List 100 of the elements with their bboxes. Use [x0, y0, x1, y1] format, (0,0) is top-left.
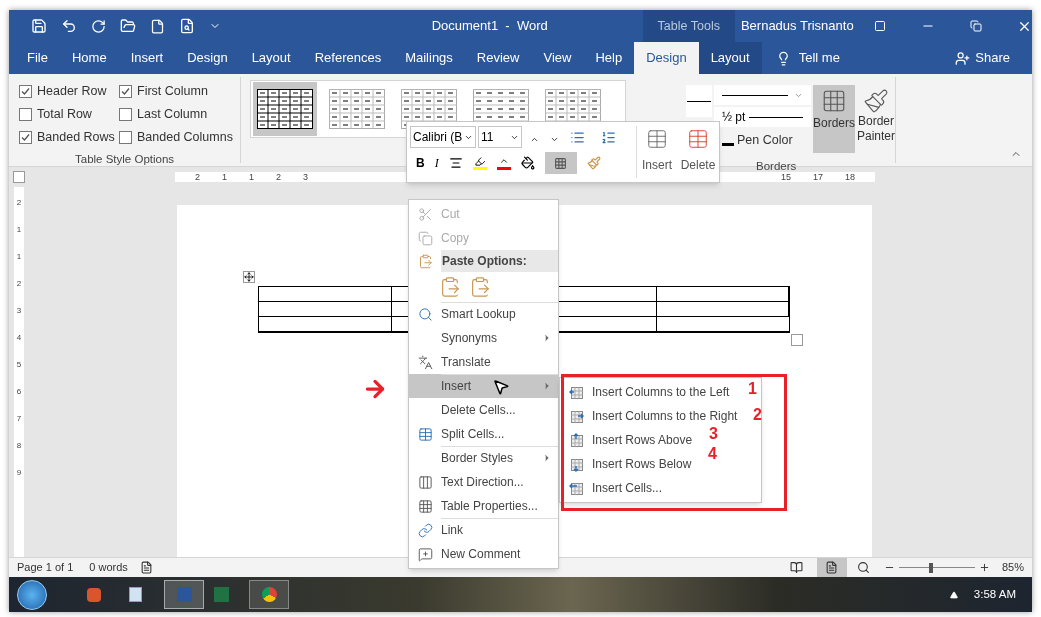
ribbon-tab[interactable]: Home [59, 42, 119, 74]
ribbon-tab[interactable]: Help [583, 42, 635, 74]
numbering-icon[interactable] [601, 129, 616, 145]
new-document-icon[interactable] [150, 18, 165, 34]
ruler-number: 1 [222, 172, 228, 182]
delete-button[interactable]: Delete [677, 126, 719, 178]
restore-icon[interactable] [970, 20, 982, 32]
ribbon-tab[interactable]: File [15, 42, 60, 74]
checkbox[interactable] [19, 85, 32, 98]
menu-item[interactable]: Smart Lookup [409, 302, 558, 326]
bold-button[interactable]: B [416, 154, 425, 172]
menu-item[interactable]: Text Direction... [409, 470, 558, 494]
zoom-slider[interactable] [898, 562, 975, 573]
ribbon-tab[interactable]: Design [634, 42, 699, 74]
print-preview-icon[interactable] [179, 18, 195, 34]
table-move-handle[interactable] [243, 271, 255, 283]
undo-icon[interactable] [61, 18, 77, 34]
menu-item[interactable]: Insert Rows Above [592, 431, 693, 449]
ribbon-tab[interactable]: View [531, 42, 584, 74]
annotation-number: 4 [708, 446, 717, 462]
ribbon-tab[interactable]: Layout [239, 42, 303, 74]
borders-dropdown[interactable] [544, 152, 577, 174]
menu-item[interactable]: Translate [409, 350, 558, 374]
highlighter-icon[interactable] [472, 156, 487, 170]
ribbon-tab[interactable]: Mailings [393, 42, 465, 74]
table-style-thumbnail[interactable] [253, 82, 317, 136]
page-count[interactable]: Page 1 of 1 [17, 559, 74, 576]
bullets-icon[interactable] [570, 129, 585, 145]
menu-item[interactable]: Insert Columns to the Left [592, 383, 730, 401]
font-size-field[interactable]: 11 [478, 126, 522, 148]
taskbar-clock[interactable]: 3:58 AM [973, 585, 1016, 604]
paste-picture-icon[interactable] [469, 276, 491, 298]
menu-item[interactable]: Delete Cells... [409, 398, 558, 422]
menu-item[interactable]: Insert [409, 374, 558, 398]
folder-icon[interactable] [120, 18, 136, 34]
ribbon-tab[interactable]: Design [175, 42, 240, 74]
menu-item[interactable]: Split Cells... [409, 422, 558, 446]
borders-button[interactable]: Borders [812, 85, 855, 153]
tell-me-button[interactable]: Tell me [798, 48, 840, 68]
menu-item[interactable]: Link [409, 518, 558, 542]
checkbox[interactable] [119, 108, 132, 121]
taskbar-app-icon[interactable] [87, 587, 101, 602]
menu-item[interactable]: New Comment [409, 542, 558, 566]
checkbox[interactable] [119, 131, 132, 144]
menu-item[interactable]: Insert Cells... [592, 479, 663, 497]
vertical-ruler[interactable]: 2 1 1 2 3 4 5 6 7 8 9 [14, 187, 24, 557]
insert-table-icon [568, 384, 584, 400]
menu-item-label: Table Properties... [441, 498, 538, 515]
menu-item[interactable]: Table Properties... [409, 494, 558, 518]
menu-item[interactable]: Border Styles [409, 446, 558, 470]
ribbon-tab[interactable]: Review [464, 42, 532, 74]
save-icon[interactable] [31, 18, 47, 34]
font-color-icon[interactable] [496, 156, 511, 170]
redo-icon[interactable] [91, 18, 106, 34]
zoom-in-icon[interactable] [978, 562, 990, 573]
submenu-arrow-icon [542, 381, 552, 391]
ruler-number: 17 [812, 172, 823, 182]
line-style-dropdown[interactable] [713, 85, 811, 105]
proofing-icon[interactable] [139, 561, 153, 574]
ruler-number: 3 [303, 172, 309, 182]
word-count[interactable]: 0 words [89, 559, 128, 576]
user-name: Bernadus Trisnanto [740, 17, 855, 36]
italic-button[interactable]: I [434, 154, 439, 172]
menu-section-header: Paste Options: [441, 250, 558, 272]
checkbox[interactable] [119, 85, 132, 98]
tab-selector[interactable] [13, 171, 25, 183]
copy-icon [417, 230, 433, 246]
ribbon-display-icon[interactable] [874, 20, 886, 32]
format-painter-icon[interactable] [586, 156, 601, 170]
show-hidden-icons[interactable] [949, 590, 958, 599]
read-mode-icon[interactable] [789, 561, 803, 574]
menu-item[interactable]: Insert Columns to the Right [592, 407, 738, 425]
print-layout-button[interactable] [816, 557, 847, 578]
center-icon[interactable] [448, 156, 463, 170]
annotation-number: 2 [753, 407, 762, 423]
start-button[interactable] [17, 579, 47, 610]
zoom-thumb[interactable] [929, 562, 934, 573]
table-resize-handle[interactable] [791, 334, 803, 346]
menu-item-label: Link [441, 522, 463, 539]
taskbar-app-icon[interactable] [164, 580, 204, 609]
checkbox[interactable] [19, 108, 32, 121]
insert-button[interactable]: Insert [637, 126, 677, 178]
border-style-swatch[interactable] [686, 85, 712, 117]
ruler-number: 18 [845, 172, 855, 182]
taskbar-app-icon[interactable] [249, 580, 289, 609]
border-painter-button[interactable]: Border Painter [857, 85, 895, 153]
menu-item[interactable]: Synonyms [409, 326, 558, 350]
web-layout-icon[interactable] [856, 561, 870, 574]
paste-option-icon[interactable] [439, 276, 461, 298]
menu-item[interactable]: Insert Rows Below [592, 455, 692, 473]
shading-icon[interactable] [520, 156, 535, 170]
line-weight-dropdown[interactable]: ½ pt [713, 107, 811, 127]
ribbon-tab[interactable]: Layout [698, 42, 762, 74]
font-name-field[interactable]: Calibri (B [410, 126, 476, 148]
checkbox-label: Total Row [37, 106, 92, 124]
checkbox[interactable] [19, 131, 32, 144]
ribbon-tab[interactable]: References [302, 42, 394, 74]
zoom-level[interactable]: 85% [1001, 559, 1024, 576]
ribbon-tab[interactable]: Insert [118, 42, 176, 74]
share-button[interactable]: Share [975, 48, 1010, 68]
